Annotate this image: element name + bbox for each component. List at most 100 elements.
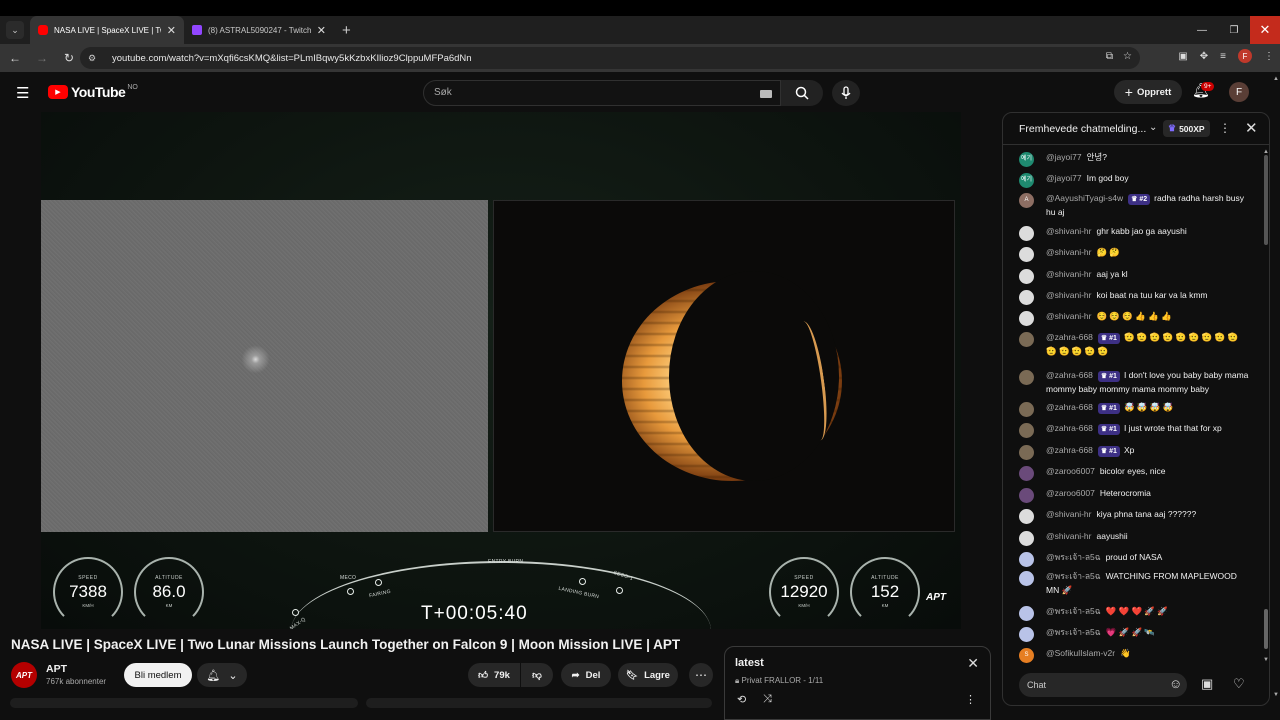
- chat-author-avatar[interactable]: [1019, 402, 1034, 417]
- heart-icon[interactable]: ♡: [1233, 676, 1245, 692]
- more-actions-button[interactable]: ⋯: [689, 663, 713, 687]
- chat-author-avatar[interactable]: [1019, 509, 1034, 524]
- chat-author-name[interactable]: @shivani-hr: [1046, 226, 1091, 236]
- chat-author-avatar[interactable]: [1019, 571, 1034, 586]
- browser-menu-kebab-icon[interactable]: ⋮: [1264, 51, 1274, 62]
- chat-author-avatar[interactable]: [1019, 606, 1034, 621]
- chat-author-name[interactable]: @zaroo6007: [1046, 466, 1095, 476]
- hamburger-menu-icon[interactable]: ☰: [16, 84, 29, 102]
- channel-name[interactable]: APT: [46, 663, 67, 675]
- share-button[interactable]: ➦ Del: [561, 663, 611, 687]
- chat-author-avatar[interactable]: A: [1019, 193, 1034, 208]
- keyboard-icon[interactable]: [760, 90, 772, 98]
- chat-author-avatar[interactable]: [1019, 423, 1034, 438]
- scroll-thumb[interactable]: [1264, 609, 1268, 649]
- channel-avatar[interactable]: APT: [11, 662, 37, 688]
- chat-author-avatar[interactable]: [1019, 370, 1034, 385]
- browser-profile-avatar[interactable]: F: [1238, 49, 1252, 63]
- chat-author-avatar[interactable]: 예기: [1019, 173, 1034, 188]
- save-button[interactable]: 🔖︎ Lagre: [618, 663, 678, 687]
- reload-icon[interactable]: ↻: [57, 46, 81, 70]
- chat-author-name[interactable]: @zaroo6007: [1046, 488, 1095, 498]
- chat-author-name[interactable]: @jayoi77: [1046, 152, 1082, 162]
- restore-icon[interactable]: ❐: [1218, 16, 1250, 44]
- chat-author-name[interactable]: @zahra-668: [1046, 370, 1093, 380]
- forward-arrow-icon[interactable]: →: [30, 46, 54, 70]
- chat-options-kebab-icon[interactable]: ⋮: [1219, 121, 1231, 135]
- new-tab-plus-icon[interactable]: +: [342, 22, 351, 39]
- dislike-button[interactable]: 👎︎: [521, 663, 553, 687]
- chat-author-avatar[interactable]: [1019, 290, 1034, 305]
- chat-author-name[interactable]: @shivani-hr: [1046, 311, 1091, 321]
- chat-scrollbar[interactable]: ▲ ▼: [1263, 149, 1269, 669]
- bookmark-star-icon[interactable]: ☆: [1123, 51, 1132, 62]
- tab-close-icon[interactable]: ✕: [167, 24, 176, 37]
- extension-icon[interactable]: ▣: [1178, 51, 1187, 62]
- browser-tab-youtube[interactable]: NASA LIVE | SpaceX LIVE | Two ✕: [30, 16, 184, 44]
- back-arrow-icon[interactable]: ←: [3, 46, 27, 70]
- chat-author-name[interactable]: @shivani-hr: [1046, 247, 1091, 257]
- chat-author-name[interactable]: @shivani-hr: [1046, 531, 1091, 541]
- chat-author-avatar[interactable]: S: [1019, 648, 1034, 663]
- chat-author-avatar[interactable]: 예기: [1019, 152, 1034, 167]
- chat-author-name[interactable]: @SofikulIslam-v2r: [1046, 648, 1115, 658]
- chat-author-name[interactable]: @shivani-hr: [1046, 269, 1091, 279]
- chat-author-name[interactable]: @zahra-668: [1046, 332, 1093, 342]
- chat-author-avatar[interactable]: [1019, 247, 1034, 262]
- chat-author-name[interactable]: @AayushiTyagi-s4w: [1046, 193, 1123, 203]
- site-info-icon[interactable]: ⚙: [88, 53, 102, 64]
- chat-author-name[interactable]: @พระเจ้า-ล5ฉ: [1046, 606, 1101, 616]
- window-close-icon[interactable]: ✕: [1250, 16, 1280, 44]
- install-app-icon[interactable]: ⧉: [1106, 51, 1113, 62]
- voice-search-button[interactable]: [832, 80, 860, 106]
- chat-author-avatar[interactable]: [1019, 531, 1034, 546]
- chat-author-name[interactable]: @zahra-668: [1046, 402, 1093, 412]
- search-input[interactable]: Søk: [423, 80, 781, 106]
- chat-author-name[interactable]: @zahra-668: [1046, 445, 1093, 455]
- xp-badge[interactable]: ♛ 500XP: [1163, 120, 1210, 137]
- loop-icon[interactable]: ⟲: [737, 693, 746, 706]
- chat-author-avatar[interactable]: [1019, 466, 1034, 481]
- tab-search-chevron-icon[interactable]: ⌄: [6, 21, 24, 39]
- playlist-more-icon[interactable]: ⋮: [965, 693, 976, 706]
- chat-author-name[interactable]: @jayoi77: [1046, 173, 1082, 183]
- chat-author-name[interactable]: @พระเจ้า-ล5ฉ: [1046, 552, 1101, 562]
- join-button[interactable]: Bli medlem: [124, 663, 192, 687]
- minimize-icon[interactable]: —: [1186, 16, 1218, 44]
- chat-author-avatar[interactable]: [1019, 269, 1034, 284]
- tab-close-icon[interactable]: ✕: [317, 24, 326, 37]
- chat-author-avatar[interactable]: [1019, 332, 1034, 347]
- playlist-close-icon[interactable]: ✕: [967, 655, 979, 672]
- browser-tab-twitch[interactable]: (8) ASTRAL5090247 - Twitch ✕: [184, 16, 334, 44]
- chat-input[interactable]: Chat: [1019, 673, 1187, 697]
- chat-author-name[interactable]: @พระเจ้า-ล5ฉ: [1046, 571, 1101, 581]
- chat-author-name[interactable]: @shivani-hr: [1046, 509, 1091, 519]
- scroll-down-icon[interactable]: ▼: [1263, 657, 1269, 663]
- chat-author-name[interactable]: @shivani-hr: [1046, 290, 1091, 300]
- chat-author-avatar[interactable]: [1019, 488, 1034, 503]
- media-control-icon[interactable]: ≡: [1220, 51, 1226, 62]
- chat-author-name[interactable]: @พระเจ้า-ล5ฉ: [1046, 627, 1101, 637]
- create-button[interactable]: + Opprett: [1114, 80, 1182, 104]
- chat-author-name[interactable]: @zahra-668: [1046, 423, 1093, 433]
- super-chat-icon[interactable]: ▣: [1201, 676, 1213, 692]
- scroll-down-icon[interactable]: ▼: [1273, 692, 1279, 698]
- chat-close-icon[interactable]: ✕: [1245, 119, 1258, 137]
- playlist-title[interactable]: latest: [735, 657, 764, 669]
- video-player[interactable]: SPEED 7388 KM/H ALTITUDE 86.0 KM MAX-Q M…: [41, 112, 961, 629]
- account-avatar[interactable]: F: [1229, 82, 1249, 102]
- puzzle-extensions-icon[interactable]: ✥: [1200, 51, 1208, 62]
- chevron-down-icon[interactable]: ⌄: [1149, 122, 1157, 133]
- scroll-up-icon[interactable]: ▲: [1273, 76, 1279, 82]
- emoji-icon[interactable]: ☺: [1169, 676, 1182, 691]
- subscription-bell-button[interactable]: 🔔︎ ⌄: [197, 663, 247, 687]
- chat-author-avatar[interactable]: [1019, 445, 1034, 460]
- chat-author-avatar[interactable]: [1019, 552, 1034, 567]
- chat-author-avatar[interactable]: [1019, 311, 1034, 326]
- youtube-logo[interactable]: ▶ YouTube NO: [48, 84, 138, 100]
- page-scrollbar[interactable]: ▲ ▼: [1272, 76, 1280, 720]
- like-button[interactable]: 👍︎ 79k: [468, 663, 520, 687]
- search-button[interactable]: [781, 80, 823, 106]
- scroll-thumb[interactable]: [1264, 155, 1268, 245]
- chat-author-avatar[interactable]: [1019, 627, 1034, 642]
